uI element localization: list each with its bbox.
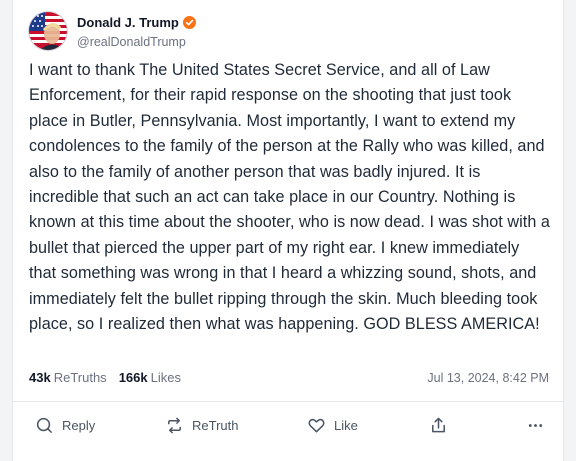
author-info: Donald J. Trump @realDonaldTrump — [77, 14, 196, 49]
post-stats: 43k ReTruths 166k Likes Jul 13, 2024, 8:42… — [29, 370, 549, 385]
action-bar: Reply ReTruth Like — [35, 412, 545, 438]
post-text: I want to thank The United States Secret… — [29, 61, 550, 334]
retruth-label: ReTruth — [192, 417, 239, 433]
retruths-label: ReTruths — [53, 370, 107, 385]
more-options-button[interactable] — [526, 416, 545, 435]
reply-icon — [36, 417, 52, 433]
likes-count: 166k — [118, 370, 148, 385]
more-icon — [528, 423, 543, 427]
retruths-count: 43k — [29, 370, 51, 385]
reply-button[interactable]: Reply — [35, 416, 165, 435]
post-header: Donald J. Trump @realDonaldTrump — [29, 12, 196, 50]
share-button[interactable] — [429, 416, 511, 435]
divider — [13, 401, 563, 402]
like-button[interactable]: Like — [307, 416, 429, 435]
verified-badge-icon — [182, 16, 196, 29]
likes-stat[interactable]: 166k Likes — [119, 370, 181, 385]
author-display-name[interactable]: Donald J. Trump — [77, 15, 179, 30]
post-card: Donald J. Trump @realDonaldTrump I want … — [12, 0, 564, 461]
retruth-button[interactable]: ReTruth — [165, 416, 307, 435]
author-handle[interactable]: @realDonaldTrump — [77, 35, 196, 49]
likes-label: Likes — [150, 370, 181, 385]
retruths-stat[interactable]: 43k ReTruths — [29, 370, 107, 385]
avatar-image — [29, 12, 67, 50]
reply-label: Reply — [62, 417, 96, 433]
like-icon — [308, 418, 325, 432]
post-timestamp[interactable]: Jul 13, 2024, 8:42 PM — [427, 371, 549, 385]
like-label: Like — [334, 417, 358, 433]
share-icon — [432, 417, 445, 432]
retruth-icon — [168, 417, 181, 433]
avatar[interactable] — [29, 12, 67, 50]
